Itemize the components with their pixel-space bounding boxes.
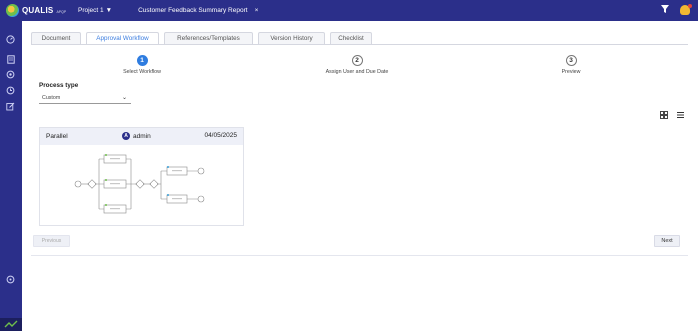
step-label: Preview	[561, 69, 581, 75]
logo-mark-icon	[6, 4, 19, 17]
logo-subtitle: APQP	[56, 10, 67, 14]
documents-icon[interactable]	[5, 54, 16, 65]
workflow-card[interactable]: Parallel A admin 04/05/2025	[39, 127, 244, 226]
caret-down-icon: ▼	[105, 7, 113, 14]
user-avatar: A	[122, 132, 130, 140]
left-nav-rail	[0, 21, 22, 331]
project-label: Project 1	[78, 7, 104, 14]
top-bar: QUALIS APQP Project 1 ▼ Customer Feedbac…	[0, 0, 698, 21]
workflow-card-header: Parallel A admin 04/05/2025	[40, 128, 243, 145]
list-icon[interactable]	[677, 111, 684, 121]
step-label: Assign User and Due Date	[325, 69, 389, 75]
process-type-select[interactable]: Custom ⌄	[39, 92, 131, 104]
grid-icon[interactable]	[660, 111, 668, 121]
end-node	[197, 167, 205, 175]
process-type-value: Custom	[42, 94, 61, 101]
step-number: 3	[565, 55, 577, 66]
step-label: Select Workflow	[123, 69, 161, 75]
filter-icon[interactable]	[661, 5, 669, 15]
process-type-label: Process type	[39, 82, 79, 89]
dashboard-icon[interactable]	[5, 34, 16, 45]
workflow-user-name: admin	[133, 132, 151, 140]
project-selector[interactable]: Project 1 ▼	[78, 7, 112, 14]
end-node	[197, 195, 205, 203]
start-node	[74, 180, 82, 188]
next-button[interactable]: Next	[654, 235, 680, 247]
gateway-node	[135, 179, 145, 189]
top-right-actions	[661, 4, 692, 15]
logo-text: QUALIS	[22, 6, 54, 15]
rail-footer	[0, 318, 22, 331]
open-report-tab[interactable]: Customer Feedback Summary Report ×	[138, 7, 258, 14]
app-switcher-icon[interactable]	[0, 318, 22, 331]
chevron-down-icon: ⌄	[121, 95, 127, 101]
step-select-workflow[interactable]: 1 Select Workflow	[112, 55, 172, 75]
gateway-node	[149, 179, 159, 189]
workflow-type: Parallel	[46, 133, 68, 140]
notification-bell-icon[interactable]	[680, 4, 692, 15]
step-number: 2	[351, 55, 363, 66]
reports-icon[interactable]	[5, 85, 16, 96]
step-number: 1	[136, 55, 148, 66]
view-toggle	[660, 111, 684, 121]
workflow-diagram	[74, 154, 205, 214]
tabs-divider	[31, 44, 688, 45]
workflow-date: 04/05/2025	[204, 132, 237, 139]
previous-button[interactable]: Previous	[33, 235, 70, 247]
help-icon[interactable]	[5, 274, 16, 285]
footer-divider	[31, 255, 688, 256]
app-logo[interactable]: QUALIS APQP	[0, 0, 70, 21]
gateway-node	[87, 179, 97, 189]
step-preview[interactable]: 3 Preview	[553, 55, 589, 75]
edit-icon[interactable]	[5, 101, 16, 112]
report-tab-label: Customer Feedback Summary Report	[138, 7, 248, 14]
workflow-user: A admin	[122, 132, 151, 140]
step-assign-user[interactable]: 2 Assign User and Due Date	[317, 55, 397, 75]
app-window: QUALIS APQP Project 1 ▼ Customer Feedbac…	[0, 0, 698, 331]
close-icon[interactable]: ×	[255, 7, 259, 14]
settings-icon[interactable]	[5, 69, 16, 80]
